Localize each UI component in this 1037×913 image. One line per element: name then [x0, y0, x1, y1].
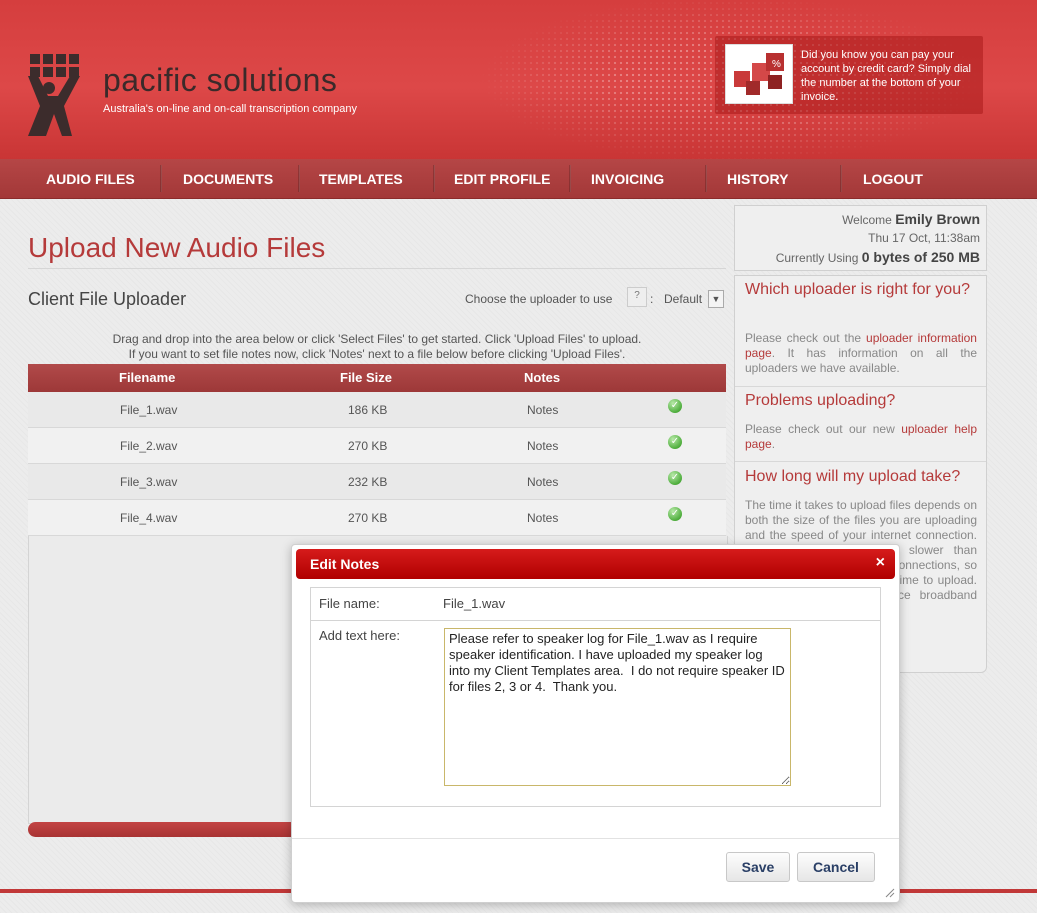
- cancel-button[interactable]: Cancel: [797, 852, 875, 882]
- header-filename: Filename: [119, 370, 176, 385]
- faq-answer: Please check out our new uploader help p…: [745, 422, 977, 452]
- cell-size: 270 KB: [348, 439, 388, 453]
- cell-filename: File_3.wav: [120, 475, 178, 489]
- promo-banner[interactable]: % Did you know you can pay your account …: [715, 36, 983, 114]
- file-name-label: File name:: [319, 596, 380, 611]
- help-icon[interactable]: ?: [627, 287, 647, 307]
- main-nav: AUDIO FILES DOCUMENTS TEMPLATES EDIT PRO…: [0, 159, 1037, 199]
- notes-link[interactable]: Notes: [527, 511, 558, 525]
- uploader-colon: :: [650, 292, 654, 306]
- table-row: File_3.wav 232 KB Notes ✓: [28, 464, 726, 500]
- faq-answer-text: Please check out the: [745, 331, 867, 345]
- table-row: File_1.wav 186 KB Notes ✓: [28, 392, 726, 428]
- save-button[interactable]: Save: [726, 852, 790, 882]
- file-table: Filename File Size Notes File_1.wav 186 …: [28, 364, 726, 536]
- user-name: Emily Brown: [895, 211, 980, 227]
- check-icon: ✓: [668, 399, 682, 413]
- nav-audio-files[interactable]: AUDIO FILES: [46, 159, 135, 198]
- instructions-line-2: If you want to set file notes now, click…: [128, 347, 626, 361]
- nav-templates[interactable]: TEMPLATES: [319, 159, 403, 198]
- cell-size: 232 KB: [348, 475, 388, 489]
- faq-question: Problems uploading?: [745, 392, 896, 409]
- current-datetime: Thu 17 Oct, 11:38am: [868, 231, 980, 245]
- nav-separator: [840, 165, 842, 192]
- resize-grip-icon[interactable]: [885, 888, 895, 898]
- usage-value: 0 bytes of 250 MB: [861, 249, 980, 265]
- welcome-prefix: Welcome: [842, 213, 892, 227]
- faq-question: Which uploader is right for you?: [745, 281, 970, 298]
- faq-answer-text: . It has information on all the uploader…: [745, 346, 977, 375]
- notes-link[interactable]: Notes: [527, 403, 558, 417]
- faq-question: How long will my upload take?: [745, 468, 961, 485]
- welcome-line: Welcome Emily Brown: [842, 211, 980, 227]
- cell-size: 270 KB: [348, 511, 388, 525]
- notes-textarea[interactable]: Please refer to speaker log for File_1.w…: [444, 628, 791, 786]
- dialog-footer-divider: [292, 838, 899, 839]
- notes-label: Add text here:: [319, 628, 400, 643]
- welcome-box: Welcome Emily Brown Thu 17 Oct, 11:38am …: [734, 205, 987, 271]
- cell-size: 186 KB: [348, 403, 388, 417]
- page-title: Upload New Audio Files: [28, 232, 326, 263]
- cell-filename: File_2.wav: [120, 439, 178, 453]
- site-header: pacific solutions Australia's on-line an…: [0, 0, 1037, 159]
- header-file-size: File Size: [340, 370, 393, 385]
- faq-answer-text: Please check out our new: [745, 422, 902, 436]
- nav-separator: [433, 165, 435, 192]
- usage-line: Currently Using 0 bytes of 250 MB: [776, 249, 980, 265]
- file-name-row: File name: File_1.wav: [311, 588, 880, 621]
- file-name-value: File_1.wav: [443, 596, 506, 611]
- table-header: Filename File Size Notes: [28, 364, 726, 392]
- faq-divider: [735, 461, 986, 462]
- dialog-title: Edit Notes: [310, 556, 380, 572]
- section-title: Client File Uploader: [28, 289, 187, 309]
- nav-history[interactable]: HISTORY: [727, 159, 788, 198]
- check-icon: ✓: [668, 471, 682, 485]
- close-icon[interactable]: ×: [876, 554, 885, 572]
- brand-name: pacific solutions: [103, 62, 338, 98]
- promo-text: Did you know you can pay your account by…: [801, 49, 971, 103]
- nav-separator: [298, 165, 300, 192]
- uploader-select-value: Default: [664, 292, 703, 306]
- nav-invoicing[interactable]: INVOICING: [591, 159, 664, 198]
- nav-logout[interactable]: LOGOUT: [863, 159, 923, 198]
- table-body: File_1.wav 186 KB Notes ✓ File_2.wav 270…: [28, 392, 726, 536]
- nav-documents[interactable]: DOCUMENTS: [183, 159, 273, 198]
- faq-divider: [735, 386, 986, 387]
- faq-answer: Please check out the uploader informatio…: [745, 331, 977, 376]
- credit-card-promo-image: %: [725, 44, 793, 104]
- nav-separator: [569, 165, 571, 192]
- cell-filename: File_4.wav: [120, 511, 178, 525]
- header-notes: Notes: [524, 370, 561, 385]
- notes-form: File name: File_1.wav Add text here: Ple…: [310, 587, 881, 807]
- title-divider: [28, 268, 726, 269]
- check-icon: ✓: [668, 435, 682, 449]
- instructions-line-1: Drag and drop into the area below or cli…: [112, 332, 642, 346]
- svg-text:%: %: [772, 59, 781, 70]
- chevron-down-icon[interactable]: ▼: [708, 290, 724, 308]
- table-row: File_2.wav 270 KB Notes ✓: [28, 428, 726, 464]
- table-row: File_4.wav 270 KB Notes ✓: [28, 500, 726, 536]
- nav-edit-profile[interactable]: EDIT PROFILE: [454, 159, 550, 198]
- uploader-choice-label: Choose the uploader to use: [465, 292, 613, 306]
- edit-notes-dialog: Edit Notes × File name: File_1.wav Add t…: [291, 544, 900, 903]
- check-icon: ✓: [668, 507, 682, 521]
- usage-prefix: Currently Using: [775, 251, 859, 265]
- notes-link[interactable]: Notes: [527, 439, 558, 453]
- upload-instructions: Drag and drop into the area below or cli…: [28, 332, 726, 362]
- brand-tagline: Australia's on-line and on-call transcri…: [103, 103, 358, 115]
- cell-filename: File_1.wav: [120, 403, 178, 417]
- nav-separator: [705, 165, 707, 192]
- nav-separator: [160, 165, 162, 192]
- logo-icon: [28, 54, 80, 136]
- faq-answer-text: .: [771, 437, 776, 451]
- notes-link[interactable]: Notes: [527, 475, 558, 489]
- dialog-titlebar[interactable]: Edit Notes ×: [296, 549, 895, 579]
